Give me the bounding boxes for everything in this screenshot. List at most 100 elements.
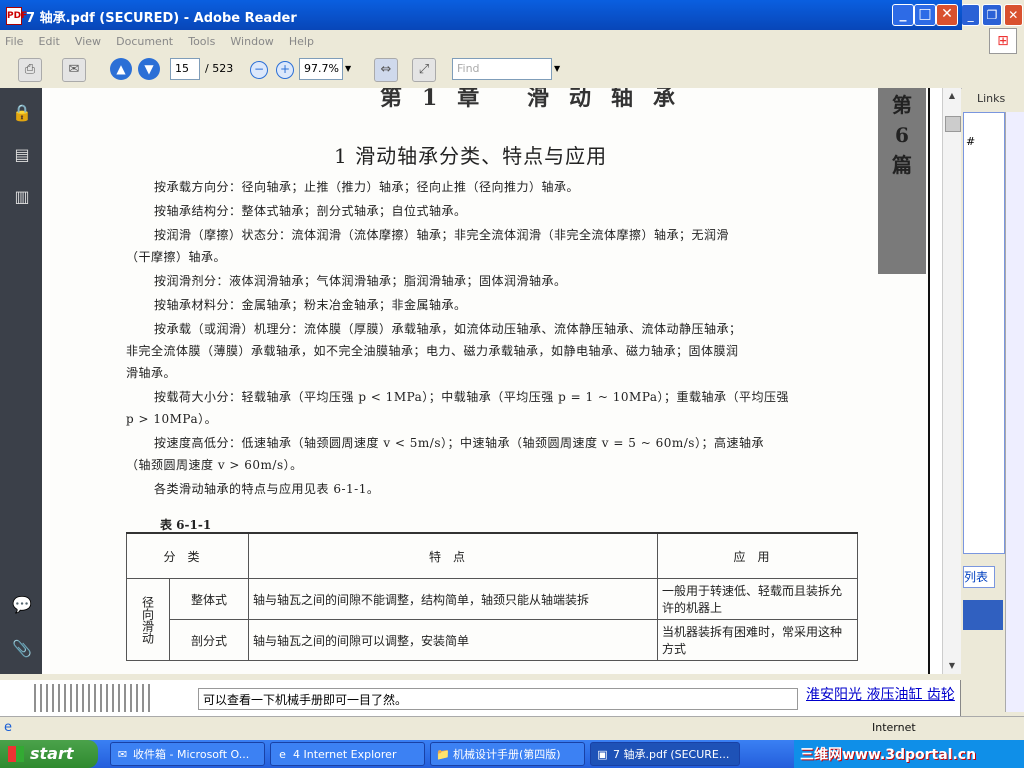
- task-label: 收件箱 - Microsoft O...: [133, 748, 250, 761]
- task-outlook[interactable]: ✉ 收件箱 - Microsoft O...: [110, 742, 265, 766]
- folder-icon: 📁: [436, 748, 450, 761]
- task-adobe-reader[interactable]: ▣ 7 轴承.pdf (SECURE...: [590, 742, 740, 766]
- menu-document[interactable]: Document: [111, 33, 178, 50]
- bearing-table: 分类 特点 应用 径向滑动 整体式 轴与轴瓦之间的间隙不能调整，结构简单，轴颈只…: [126, 532, 859, 661]
- ie-minimize-button[interactable]: _: [961, 4, 981, 26]
- ie-scrollbar[interactable]: [1005, 112, 1024, 712]
- page-total: / 523: [205, 62, 234, 75]
- paragraph-line: （干摩擦）轴承。: [126, 250, 227, 264]
- bearing-application: 一般用于转速低、轻载而且装拆允许的机器上: [656, 578, 859, 620]
- taskbar: start ✉ 收件箱 - Microsoft O... e 4 Interne…: [0, 740, 1024, 768]
- paragraph-line: 滑轴承。: [126, 366, 177, 380]
- paragraph-line: 按轴承材料分：金属轴承；粉末冶金轴承；非金属轴承。: [154, 298, 467, 312]
- document-view[interactable]: 第1章 滑动轴承 第6篇 1 滑动轴承分类、特点与应用 按承载方向分：径向轴承；…: [42, 88, 928, 674]
- menu-help[interactable]: Help: [284, 33, 319, 50]
- find-input[interactable]: Find: [452, 58, 552, 80]
- pdf-task-icon: ▣: [597, 748, 608, 761]
- paragraph-line: p > 10MPa）。: [126, 412, 218, 426]
- pdf-page: 第1章 滑动轴承 第6篇 1 滑动轴承分类、特点与应用 按承载方向分：径向轴承；…: [50, 88, 928, 674]
- system-tray: 三维网www.3dportal.cn: [794, 740, 1024, 768]
- vertical-scrollbar[interactable]: ▲ ▼: [942, 88, 961, 674]
- email-icon[interactable]: ✉: [62, 58, 86, 82]
- bearing-feature: 轴与轴瓦之间的间隙不能调整，结构简单，轴颈只能从轴端装拆: [247, 578, 658, 620]
- menu-view[interactable]: View: [70, 33, 106, 50]
- attachments-icon[interactable]: 📎: [11, 638, 33, 660]
- ie-hash-text: #: [966, 135, 976, 148]
- table-row: 径向滑动 整体式 轴与轴瓦之间的间隙不能调整，结构简单，轴颈只能从轴端装拆 一般…: [126, 578, 859, 661]
- paragraph-line: 按轴承结构分：整体式轴承；剖分式轴承；自位式轴承。: [154, 204, 467, 218]
- ie-restore-button[interactable]: ❐: [982, 4, 1002, 26]
- start-label: start: [30, 744, 74, 763]
- start-button[interactable]: start: [0, 740, 98, 768]
- lock-icon[interactable]: 🔒: [11, 102, 33, 124]
- table-row: 剖分式 轴与轴瓦之间的间隙可以调整，安装简单 当机器装拆有困难时，常采用这种方式: [127, 619, 859, 661]
- ie-content-pane: #: [963, 112, 1005, 554]
- menu-tools[interactable]: Tools: [183, 33, 220, 50]
- table-header: 特点: [247, 532, 658, 579]
- zoom-out-icon[interactable]: −: [250, 61, 268, 79]
- internet-zone: Internet: [872, 721, 916, 734]
- task-internet-explorer[interactable]: e 4 Internet Explorer: [270, 742, 425, 766]
- prev-page-icon[interactable]: ▲: [110, 58, 132, 80]
- page-number-input[interactable]: 15: [170, 58, 200, 80]
- fit-width-icon[interactable]: ⇔: [374, 58, 398, 82]
- ie-blue-panel: [963, 600, 1003, 630]
- paragraph-line: 非完全流体膜（薄膜）承载轴承，如不完全油膜轴承；电力、磁力承载轴承，如静电轴承、…: [126, 344, 739, 358]
- ie-window-background: _ ❐ ✕ ⊞ Links # 列表: [960, 0, 1024, 740]
- pages-icon[interactable]: ▤: [11, 144, 33, 166]
- paragraph-line: 按载荷大小分：轻载轴承（平均压强 p < 1MPa）；中载轴承（平均压强 p =…: [154, 390, 790, 404]
- paragraph-line: 按承载（或润滑）机理分：流体膜（厚膜）承载轴承，如流体动压轴承、流体静压轴承、流…: [154, 322, 742, 336]
- minimize-button[interactable]: _: [892, 4, 914, 26]
- comments-icon[interactable]: 💬: [11, 594, 33, 616]
- window-title: 7 轴承.pdf (SECURED) - Adobe Reader: [26, 11, 297, 26]
- zoom-in-icon[interactable]: +: [276, 61, 294, 79]
- bookmarks-icon[interactable]: ▥: [11, 186, 33, 208]
- paragraph-line: （轴颈圆周速度 v > 60m/s）。: [126, 458, 303, 472]
- close-button[interactable]: ✕: [936, 4, 958, 26]
- fit-page-icon[interactable]: ⤢: [412, 58, 436, 82]
- paragraph-line: 按润滑（摩擦）状态分：流体润滑（流体摩擦）轴承；非完全流体润滑（非完全流体摩擦）…: [154, 228, 730, 242]
- print-icon[interactable]: ⎙: [18, 58, 42, 82]
- pdf-icon: PDF: [6, 7, 27, 25]
- navigation-sidebar: 🔒 ▤ ▥ 💬 📎: [0, 88, 42, 674]
- ie-list-tab[interactable]: 列表: [963, 566, 995, 588]
- ie-close-button[interactable]: ✕: [1003, 4, 1023, 26]
- ie-links-label[interactable]: Links: [977, 92, 1005, 105]
- maximize-button[interactable]: □: [914, 4, 936, 26]
- scroll-up-icon[interactable]: ▲: [943, 88, 961, 104]
- paragraph-line: 按润滑剂分：液体润滑轴承；气体润滑轴承；脂润滑轴承；固体润滑轴承。: [154, 274, 567, 288]
- paragraph-line: 按承载方向分：径向轴承；止推（推力）轴承；径向止推（径向推力）轴承。: [154, 180, 580, 194]
- ie-ad-links[interactable]: 淮安阳光 液压油缸 齿轮: [806, 684, 955, 704]
- task-folder[interactable]: 📁 机械设计手册(第四版): [430, 742, 585, 766]
- menu-file[interactable]: File: [0, 33, 28, 50]
- paragraph-line: 各类滑动轴承的特点与应用见表 6-1-1。: [154, 482, 380, 496]
- windows-logo-icon: ⊞: [989, 28, 1017, 54]
- zoom-input[interactable]: 97.7%: [299, 58, 343, 80]
- bearing-type: 剖分式: [169, 619, 249, 661]
- ie-icon: e: [279, 748, 286, 761]
- section-title: 1 滑动轴承分类、特点与应用: [334, 144, 608, 168]
- table-caption: 表 6-1-1: [160, 518, 212, 532]
- outlook-icon: ✉: [117, 748, 128, 761]
- menu-bar: File Edit View Document Tools Window Hel…: [0, 30, 962, 50]
- ie-page-icon: e: [4, 720, 12, 735]
- paragraph-line: 按速度高低分：低速轴承（轴颈圆周速度 v < 5m/s）；中速轴承（轴颈圆周速度…: [154, 436, 764, 450]
- watermark-text: 三维网www.3dportal.cn: [800, 747, 977, 763]
- adobe-reader-window: PDF 7 轴承.pdf (SECURED) - Adobe Reader _ …: [0, 0, 962, 680]
- title-bar[interactable]: PDF 7 轴承.pdf (SECURED) - Adobe Reader _ …: [0, 0, 962, 30]
- table-header: 分类: [126, 532, 249, 579]
- task-label: 4 Internet Explorer: [293, 748, 397, 761]
- ie-text-line: 可以查看一下机械手册即可一目了然。: [198, 688, 798, 710]
- find-dropdown-icon[interactable]: ▼: [554, 58, 560, 80]
- ie-status-bar: e Internet: [0, 716, 1024, 741]
- zoom-dropdown-icon[interactable]: ▼: [345, 58, 351, 80]
- next-page-icon[interactable]: ▼: [138, 58, 160, 80]
- task-label: 7 轴承.pdf (SECURE...: [613, 748, 730, 761]
- bearing-feature: 轴与轴瓦之间的间隙可以调整，安装简单: [247, 619, 658, 661]
- windows-flag-icon: [8, 746, 24, 762]
- scroll-down-icon[interactable]: ▼: [943, 658, 961, 674]
- menu-window[interactable]: Window: [225, 33, 278, 50]
- scroll-thumb[interactable]: [945, 116, 961, 132]
- menu-edit[interactable]: Edit: [34, 33, 65, 50]
- task-label: 机械设计手册(第四版): [453, 748, 561, 761]
